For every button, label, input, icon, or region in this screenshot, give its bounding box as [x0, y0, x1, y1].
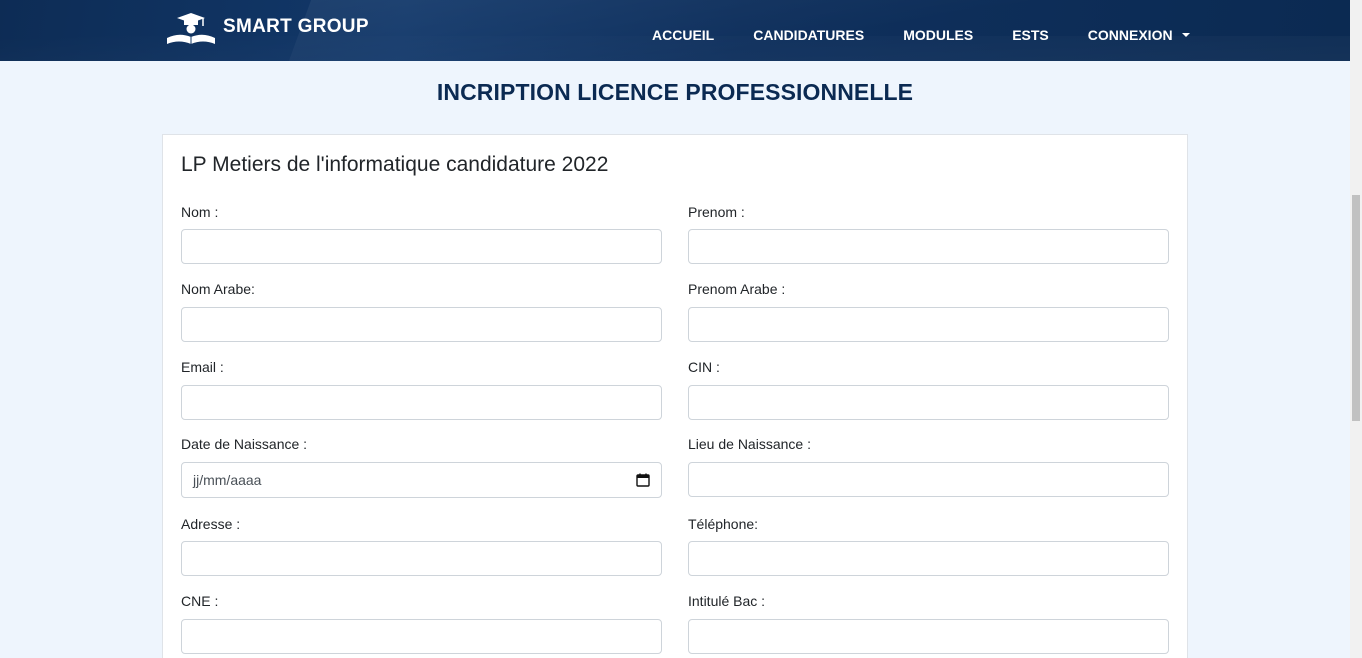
prenom-arabe-input[interactable] — [688, 307, 1169, 342]
prenom-label: Prenom : — [688, 204, 745, 220]
nom-arabe-label: Nom Arabe: — [181, 281, 255, 297]
field-prenom-arabe: Prenom Arabe : — [688, 280, 1169, 342]
nav-item-modules[interactable]: MODULES — [903, 27, 973, 43]
top-navbar: SMART GROUP ACCUEIL CANDIDATURES MODULES… — [0, 0, 1350, 61]
cin-input[interactable] — [688, 385, 1169, 420]
adresse-label: Adresse : — [181, 516, 241, 532]
nav-item-connexion-label: CONNEXION — [1087, 27, 1173, 43]
email-input[interactable] — [181, 385, 662, 420]
telephone-label: Téléphone: — [688, 516, 759, 532]
field-adresse: Adresse : — [181, 515, 662, 576]
nav-item-connexion[interactable]: CONNEXION — [1088, 27, 1190, 43]
field-cne: CNE : — [181, 592, 662, 654]
adresse-input[interactable] — [181, 541, 662, 576]
field-cin: CIN : — [688, 358, 1169, 420]
brand-name: SMART GROUP — [223, 16, 369, 37]
graduation-cap-book-icon — [167, 13, 215, 44]
chevron-down-icon — [1181, 33, 1190, 37]
nav-item-candidatures[interactable]: CANDIDATURES — [753, 27, 864, 43]
nav-item-ests[interactable]: ESTS — [1012, 27, 1049, 43]
scrollbar-thumb[interactable] — [1352, 195, 1360, 421]
field-nom: Nom : — [181, 203, 662, 264]
intitule-bac-label: Intitulé Bac : — [688, 593, 766, 609]
email-label: Email : — [181, 359, 224, 375]
intitule-bac-input[interactable] — [688, 619, 1169, 654]
nom-label: Nom : — [181, 204, 219, 220]
lieu-naissance-input[interactable] — [688, 462, 1169, 497]
date-naissance-label: Date de Naissance : — [181, 436, 308, 452]
date-naissance-input[interactable]: jj/mm/aaaa — [181, 462, 662, 498]
nom-arabe-input[interactable] — [181, 307, 662, 342]
cne-label: CNE : — [181, 593, 219, 609]
field-lieu-naissance: Lieu de Naissance : — [688, 435, 1169, 497]
field-date-naissance: Date de Naissance : jj/mm/aaaa — [181, 435, 662, 498]
telephone-input[interactable] — [688, 541, 1169, 576]
registration-form-card: LP Metiers de l'informatique candidature… — [162, 134, 1188, 658]
nom-input[interactable] — [181, 229, 662, 264]
page-title: INCRIPTION LICENCE PROFESSIONNELLE — [436, 79, 914, 105]
cin-label: CIN : — [688, 359, 720, 375]
form-title: LP Metiers de l'informatique candidature… — [181, 153, 609, 176]
date-naissance-placeholder: jj/mm/aaaa — [193, 472, 262, 488]
main-nav: ACCUEIL CANDIDATURES MODULES ESTS CONNEX… — [652, 27, 1190, 43]
nav-item-accueil[interactable]: ACCUEIL — [652, 27, 714, 43]
prenom-input[interactable] — [688, 229, 1169, 264]
field-email: Email : — [181, 358, 662, 420]
brand-link[interactable]: SMART GROUP — [165, 11, 369, 47]
lieu-naissance-label: Lieu de Naissance : — [688, 436, 811, 452]
calendar-icon[interactable] — [636, 473, 650, 487]
field-telephone: Téléphone: — [688, 515, 1169, 576]
cne-input[interactable] — [181, 619, 662, 654]
field-nom-arabe: Nom Arabe: — [181, 280, 662, 342]
field-intitule-bac: Intitulé Bac : — [688, 592, 1169, 654]
page-scrollbar[interactable] — [1350, 0, 1362, 658]
field-prenom: Prenom : — [688, 203, 1169, 264]
prenom-arabe-label: Prenom Arabe : — [688, 281, 786, 297]
